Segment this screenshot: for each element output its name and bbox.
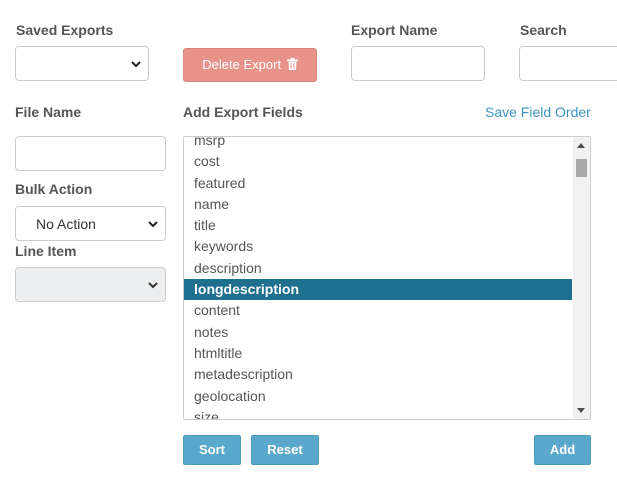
export-name-input[interactable] [351,46,485,81]
listbox-scrollbar[interactable] [573,137,590,419]
line-item-label: Line Item [15,243,77,259]
search-label: Search [520,22,567,38]
scrollbar-thumb[interactable] [576,159,587,177]
list-item[interactable]: size [184,407,572,419]
list-item[interactable]: msrp [184,137,572,151]
delete-export-label: Delete Export [202,57,282,72]
chevron-down-icon [131,61,141,68]
bulk-action-label: Bulk Action [15,181,93,197]
bulk-action-select[interactable]: No Action [15,206,166,241]
list-item[interactable]: notes [184,322,572,343]
line-item-select[interactable] [15,267,166,302]
bulk-action-value: No Action [36,216,96,232]
file-name-label: File Name [15,104,82,120]
list-item[interactable]: description [184,258,572,279]
export-name-label: Export Name [351,22,438,38]
list-item[interactable]: geolocation [184,386,572,407]
save-field-order-link[interactable]: Save Field Order [485,104,591,120]
trash-icon [286,58,298,70]
list-item[interactable]: keywords [184,236,572,257]
list-item[interactable]: metadescription [184,364,572,385]
sort-button[interactable]: Sort [183,435,241,465]
export-fields-listbox[interactable]: msrp cost featured name title keywords descrip… [183,136,591,420]
list-item[interactable]: longdescription [184,279,572,301]
file-name-input[interactable] [15,136,166,171]
saved-exports-select[interactable] [15,46,149,81]
add-button[interactable]: Add [534,435,591,465]
export-fields-list: msrp cost featured name title keywords descrip… [184,137,572,419]
add-export-fields-label: Add Export Fields [183,104,303,120]
list-item[interactable]: htmltitle [184,343,572,364]
scroll-up-arrow-icon[interactable] [577,143,585,148]
list-item[interactable]: featured [184,173,572,194]
saved-exports-label: Saved Exports [16,22,114,38]
list-item[interactable]: content [184,300,572,321]
chevron-down-icon [148,221,158,228]
list-item[interactable]: title [184,215,572,236]
chevron-down-icon [148,282,158,289]
list-item[interactable]: cost [184,151,572,172]
scroll-down-arrow-icon[interactable] [577,408,585,413]
delete-export-button[interactable]: Delete Export [183,48,317,82]
search-input[interactable] [519,46,617,81]
list-item[interactable]: name [184,194,572,215]
reset-button[interactable]: Reset [251,435,319,465]
